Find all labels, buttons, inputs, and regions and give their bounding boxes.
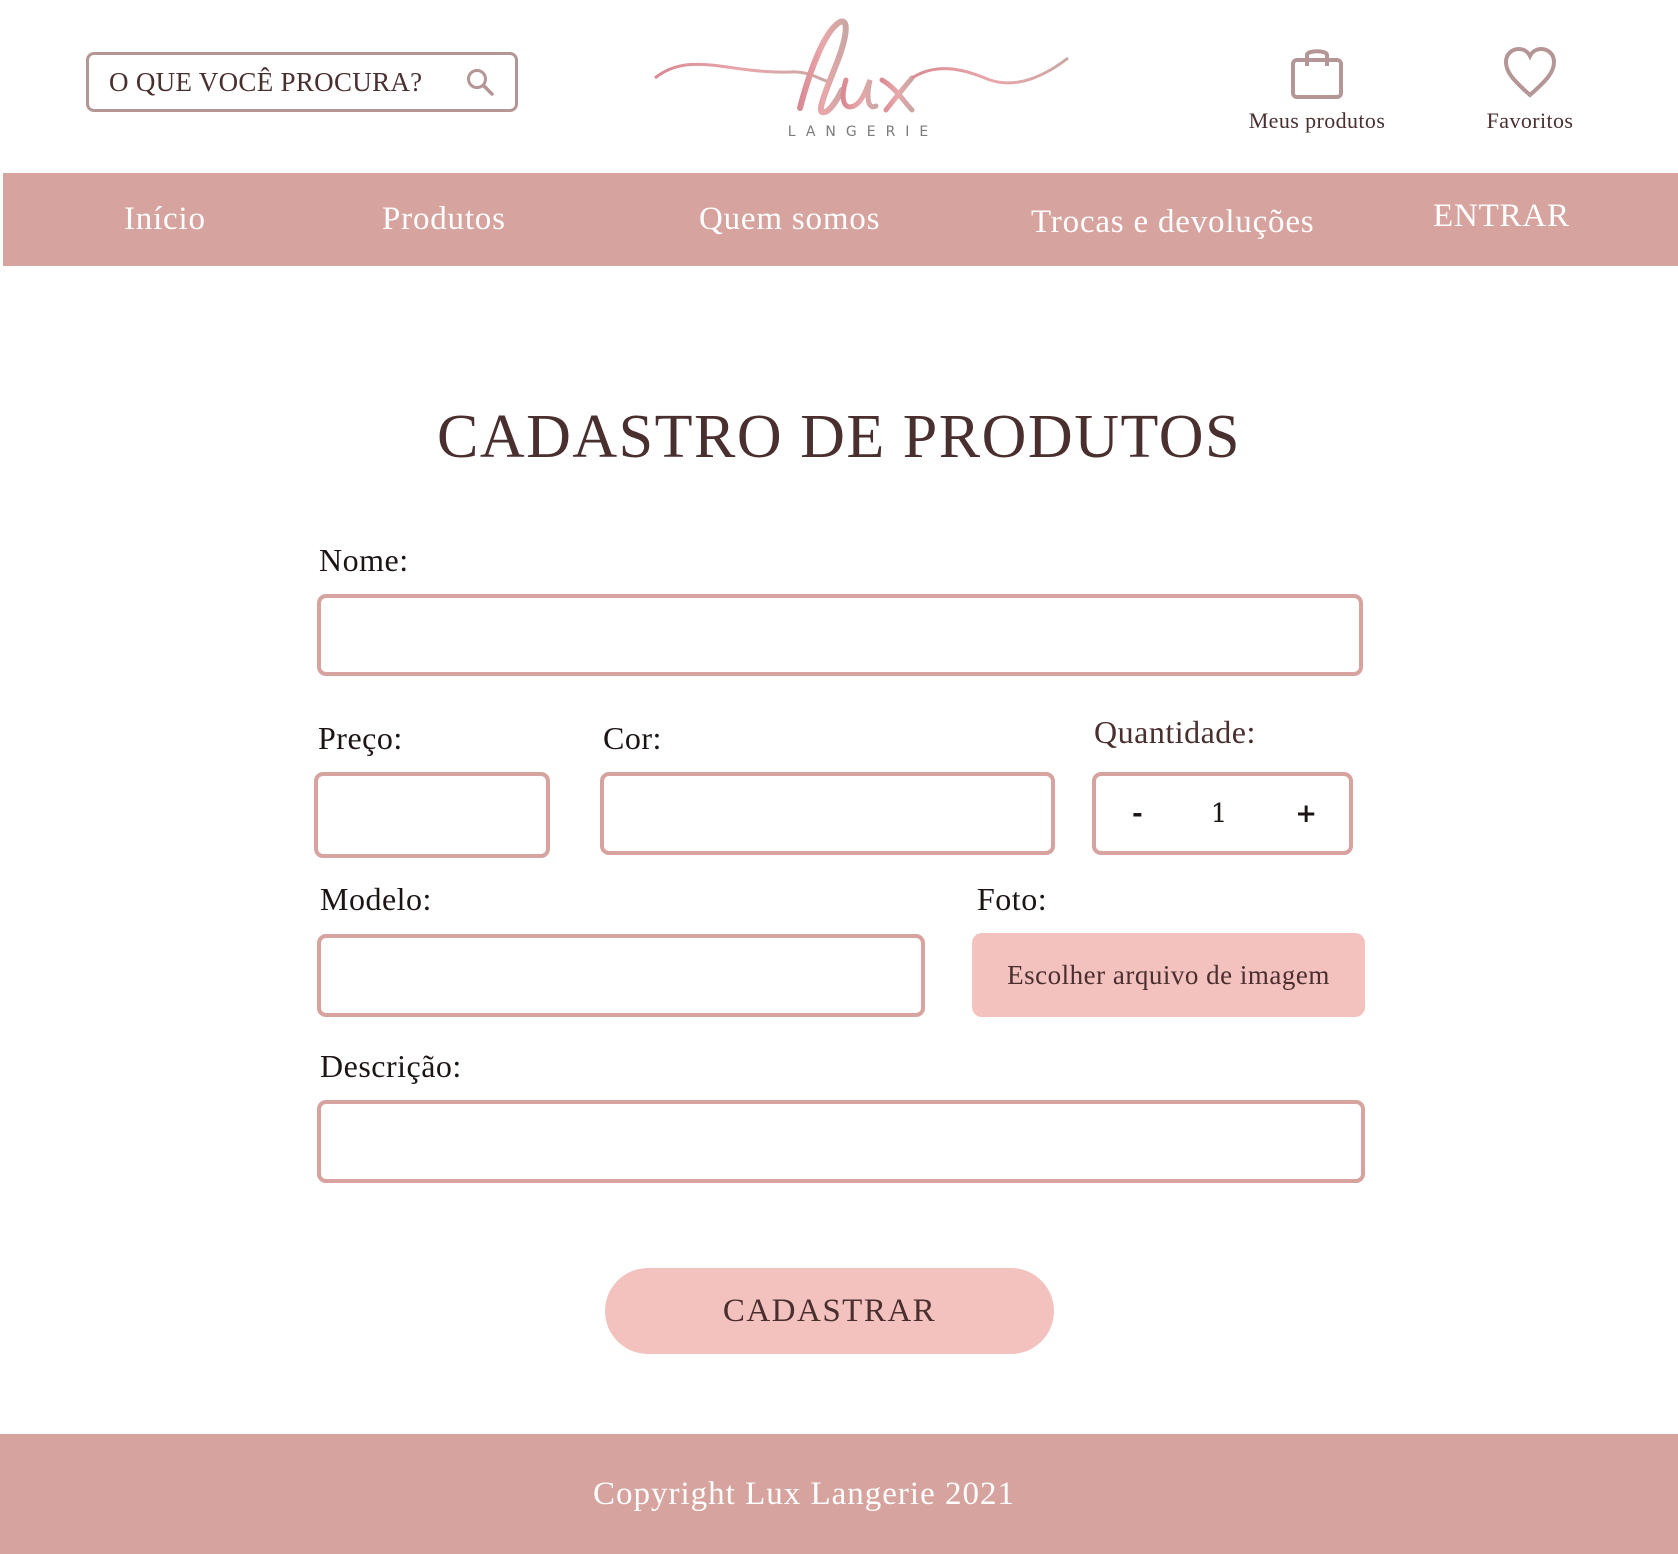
search-icon[interactable] <box>465 67 495 97</box>
modelo-field[interactable] <box>317 934 925 1017</box>
shopping-bag-icon <box>1290 46 1344 104</box>
nav-item-entrar[interactable]: ENTRAR <box>1433 170 1570 263</box>
cor-input[interactable] <box>604 776 1051 851</box>
modelo-label: Modelo: <box>320 881 432 917</box>
preco-label: Preço: <box>318 720 403 756</box>
my-products-button[interactable]: Meus produtos <box>1232 46 1402 134</box>
brand-logo[interactable]: LANGERIE <box>650 10 1076 145</box>
footer: Copyright Lux Langerie 2021 <box>0 1434 1678 1554</box>
foto-label: Foto: <box>977 881 1048 917</box>
nav-item-quem-somos[interactable]: Quem somos <box>699 173 880 266</box>
main-nav: Início Produtos Quem somos Trocas e devo… <box>3 173 1678 266</box>
nome-input[interactable] <box>321 598 1359 672</box>
cadastrar-button[interactable]: CADASTRAR <box>605 1268 1054 1354</box>
footer-copyright: Copyright Lux Langerie 2021 <box>592 1475 1015 1512</box>
quantity-decrement-button[interactable]: - <box>1132 799 1143 829</box>
nav-item-produtos[interactable]: Produtos <box>382 173 506 266</box>
descricao-input[interactable] <box>321 1104 1361 1179</box>
favorites-label: Favoritos <box>1486 108 1574 133</box>
quantidade-label: Quantidade: <box>1094 714 1256 750</box>
cor-field[interactable] <box>600 772 1055 855</box>
cor-label: Cor: <box>603 720 662 756</box>
nome-label: Nome: <box>319 542 409 578</box>
quantity-increment-button[interactable]: + <box>1295 799 1317 829</box>
descricao-label: Descrição: <box>320 1048 462 1084</box>
page-title: CADASTRO DE PRODUTOS <box>437 403 1241 471</box>
favorites-button[interactable]: Favoritos <box>1460 46 1600 134</box>
heart-icon <box>1503 46 1557 104</box>
nav-item-trocas-devolucoes[interactable]: Trocas e devoluções <box>1031 176 1314 269</box>
search-box[interactable]: O QUE VOCÊ PROCURA? <box>86 52 518 112</box>
nav-item-inicio[interactable]: Início <box>124 173 206 266</box>
search-placeholder[interactable]: O QUE VOCÊ PROCURA? <box>109 67 465 98</box>
logo-subtitle: LANGERIE <box>787 124 939 140</box>
descricao-field[interactable] <box>317 1100 1365 1183</box>
quantity-value: 1 <box>1210 798 1228 829</box>
quantity-stepper[interactable]: - 1 + <box>1092 772 1353 855</box>
modelo-input[interactable] <box>321 938 921 1013</box>
choose-image-file-button[interactable]: Escolher arquivo de imagem <box>972 933 1365 1017</box>
my-products-label: Meus produtos <box>1248 108 1386 133</box>
preco-field[interactable] <box>314 772 550 858</box>
preco-input[interactable] <box>318 776 546 854</box>
nome-field[interactable] <box>317 594 1363 676</box>
